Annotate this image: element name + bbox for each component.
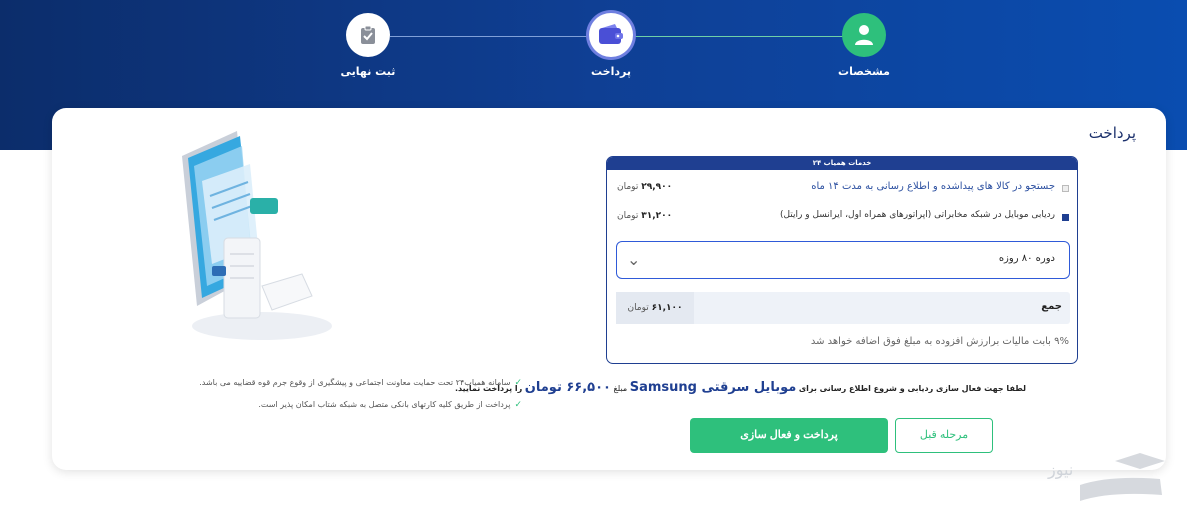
step-label: ثبت نهایی: [340, 65, 396, 78]
info-notes: ✓سامانه همیاب۲۴ تحت حمایت معاونت اجتماعی…: [199, 378, 522, 422]
clipboard-check-icon: [346, 13, 390, 57]
watermark-logo: نیوز: [1040, 445, 1180, 511]
service-row: ردیابی موبایل در شبکه مخابراتی (اپراتوره…: [607, 208, 1077, 228]
service-checkbox[interactable]: [1062, 214, 1069, 221]
payment-notice: لطفا جهت فعال سازی ردیابی و شروع اطلاع ر…: [454, 380, 1026, 395]
payment-card: پرداخت خدمات همیاب ۲۴ جستجو در کالا های …: [52, 108, 1166, 470]
service-price: ۲۹,۹۰۰ تومان: [617, 182, 673, 192]
payment-illustration: [162, 126, 362, 356]
period-select-value: دوره ۸۰ روزه: [998, 253, 1055, 264]
step-final-registration: ثبت نهایی: [308, 13, 428, 78]
step-details: مشخصات: [804, 13, 924, 78]
device-name: موبایل سرقتی Samsung: [629, 380, 797, 395]
step-payment: پرداخت: [551, 13, 671, 78]
note-item: ✓پرداخت از طریق کلیه کارتهای بانکی متصل …: [258, 400, 522, 410]
period-select[interactable]: دوره ۸۰ روزه ⌄: [616, 241, 1070, 279]
svg-text:نیوز: نیوز: [1047, 460, 1073, 480]
total-row: جمع ۶۱,۱۰۰ تومان: [616, 292, 1070, 324]
previous-step-button[interactable]: مرحله قبل: [895, 418, 993, 453]
wallet-icon: [589, 13, 633, 57]
chevron-down-icon: ⌄: [627, 250, 641, 269]
step-label: مشخصات: [838, 65, 890, 78]
user-icon: [842, 13, 886, 57]
service-label: ردیابی موبایل در شبکه مخابراتی (اپراتوره…: [779, 210, 1055, 220]
tax-note: ۹% بابت مالیات برارزش افزوده به مبلغ فوق…: [810, 336, 1069, 347]
check-circle-icon: ✓: [514, 378, 522, 388]
pay-and-activate-button[interactable]: پرداخت و فعال سازی: [690, 418, 888, 453]
note-item: ✓سامانه همیاب۲۴ تحت حمایت معاونت اجتماعی…: [199, 378, 522, 388]
total-amount: ۶۱,۱۰۰ تومان: [616, 292, 694, 324]
service-row: جستجو در کالا های پیداشده و اطلاع رسانی …: [607, 179, 1077, 199]
step-label: پرداخت: [591, 65, 631, 78]
payable-amount: ۶۶,۵۰۰ تومان: [524, 380, 611, 395]
services-header: خدمات همیاب ۲۴: [607, 157, 1077, 170]
page-title: پرداخت: [1088, 124, 1136, 142]
service-label: جستجو در کالا های پیداشده و اطلاع رسانی …: [811, 181, 1055, 192]
service-checkbox[interactable]: [1062, 185, 1069, 192]
total-label: جمع: [1041, 301, 1062, 312]
check-circle-icon: ✓: [514, 400, 522, 410]
service-price: ۳۱,۲۰۰ تومان: [617, 211, 673, 221]
services-box: خدمات همیاب ۲۴ جستجو در کالا های پیداشده…: [606, 156, 1078, 364]
